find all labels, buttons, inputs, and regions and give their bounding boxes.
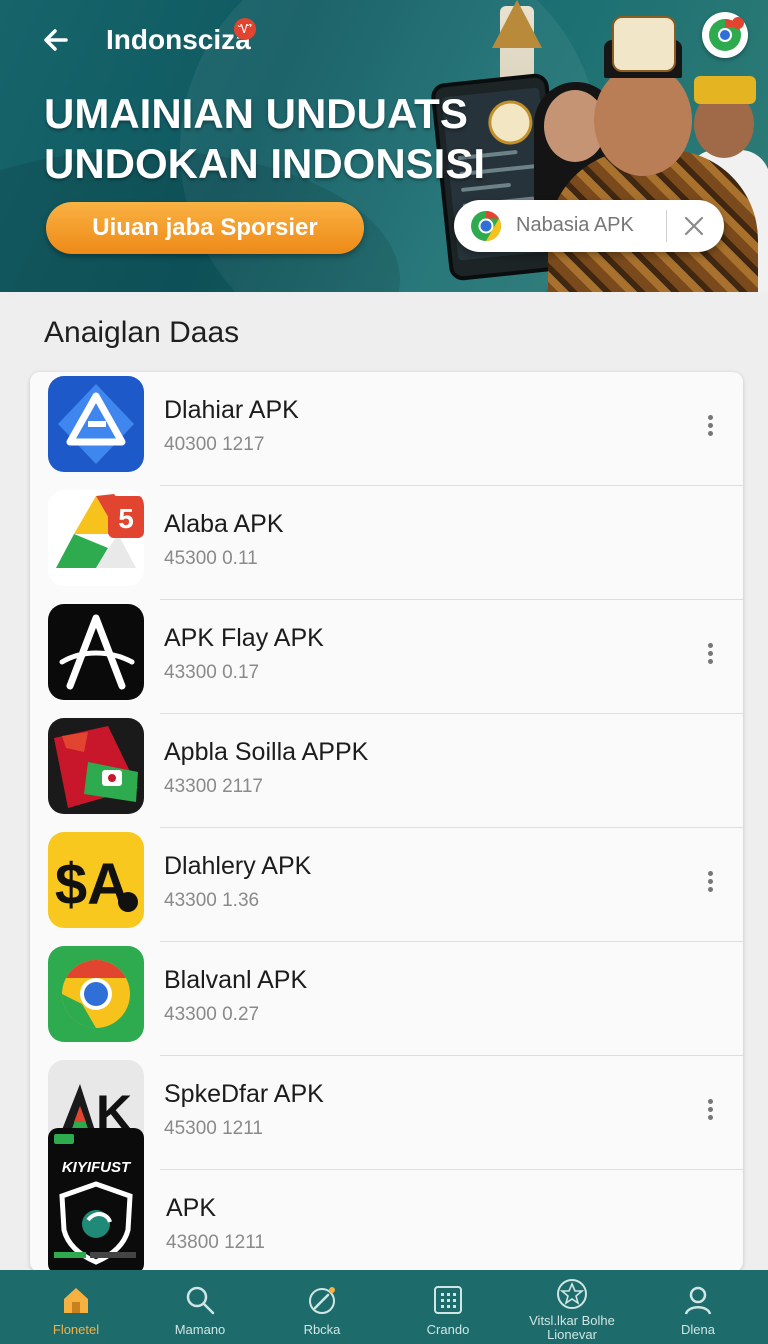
nav-item-home[interactable]: Flonetel bbox=[12, 1270, 140, 1344]
nav-item-search[interactable]: Mamano bbox=[136, 1270, 264, 1344]
app-meta: 45300 0.11 bbox=[164, 548, 258, 569]
chrome-icon[interactable] bbox=[702, 12, 748, 58]
hero-headline-line2: UNDOKAN INDONSISI bbox=[44, 140, 486, 187]
app-name: Dlahiar APK bbox=[164, 396, 299, 424]
bottom-navigation: Flonetel Mamano Rbcka Crando Vitsl.lkar … bbox=[0, 1270, 768, 1344]
nav-label: Vitsl.lkar Bolhe Lionevar bbox=[529, 1313, 615, 1342]
nav-label: Mamano bbox=[174, 1322, 226, 1337]
sponsor-cta-button[interactable]: Uiuan jaba Sporsier bbox=[46, 202, 364, 254]
app-meta: 45300 1211 bbox=[164, 1118, 263, 1139]
app-name: Dlahlery APK bbox=[164, 852, 312, 880]
icon-text: KIYIFUST bbox=[62, 1159, 132, 1176]
app-name: APK Flay APK bbox=[164, 624, 324, 652]
grid-icon bbox=[434, 1286, 462, 1314]
search-divider bbox=[666, 210, 667, 242]
nav-label: Dlena bbox=[681, 1322, 715, 1337]
search-bar[interactable]: Nabasia APK bbox=[454, 200, 724, 252]
app-list: Dlahiar APK 40300 1217 5 Alaba APK 45300… bbox=[30, 372, 743, 1272]
app-name: APK bbox=[166, 1194, 217, 1222]
blue-triangle-icon bbox=[48, 376, 144, 472]
person-illustration bbox=[694, 76, 756, 104]
red-green-fold-icon bbox=[48, 718, 144, 814]
icon-text: $A bbox=[55, 852, 129, 917]
star-icon bbox=[557, 1279, 587, 1309]
app-name: Blalvanl APK bbox=[164, 966, 308, 994]
more-options-icon[interactable] bbox=[702, 412, 718, 442]
list-item[interactable]: APK Flay APK 43300 0.17 bbox=[30, 600, 743, 714]
close-icon[interactable] bbox=[682, 214, 706, 238]
app-meta: 43300 0.17 bbox=[164, 662, 260, 683]
chrome-icon bbox=[471, 211, 502, 241]
drive-triangle-icon: 5 bbox=[48, 490, 144, 586]
nav-label: Rbcka bbox=[303, 1322, 341, 1337]
more-options-icon[interactable] bbox=[702, 640, 718, 670]
home-icon bbox=[64, 1288, 88, 1313]
list-item[interactable]: Blalvanl APK 43300 0.27 bbox=[30, 942, 743, 1056]
app-meta: 40300 1217 bbox=[164, 434, 265, 455]
nav-item-edit[interactable]: Rbcka bbox=[258, 1270, 386, 1344]
nav-label: Flonetel bbox=[52, 1322, 100, 1337]
hero-headline-line1: UMAINIAN UNDUATS bbox=[44, 90, 468, 137]
title-badge: Ꮙ bbox=[234, 18, 256, 40]
app-meta: 43800 1211 bbox=[166, 1232, 265, 1253]
app-meta: 43300 1.36 bbox=[164, 890, 260, 911]
back-arrow-icon[interactable] bbox=[38, 22, 74, 58]
app-meta: 43300 2117 bbox=[164, 776, 263, 797]
list-item[interactable]: KIYIFUST APK 43800 1211 bbox=[30, 1128, 743, 1272]
nav-item-profile[interactable]: Dlena bbox=[634, 1270, 762, 1344]
search-input[interactable]: Nabasia APK bbox=[516, 214, 634, 237]
app-title: Indonsciza bbox=[106, 24, 251, 55]
search-icon bbox=[186, 1286, 215, 1315]
nav-item-grid[interactable]: Crando bbox=[384, 1270, 512, 1344]
app-name: Apbla Soilla APPK bbox=[164, 738, 369, 766]
letter-a-icon bbox=[48, 604, 144, 700]
profile-icon bbox=[684, 1286, 712, 1315]
nav-item-star[interactable]: Vitsl.lkar Bolhe Lionevar bbox=[508, 1270, 636, 1344]
app-name: SpkeDfar APK bbox=[164, 1080, 324, 1108]
shield-icon: KIYIFUST bbox=[48, 1128, 144, 1272]
more-options-icon[interactable] bbox=[702, 1096, 718, 1126]
more-options-icon[interactable] bbox=[702, 868, 718, 898]
person-illustration bbox=[594, 64, 692, 176]
list-item[interactable]: $A Dlahlery APK 43300 1.36 bbox=[30, 828, 743, 942]
edit-icon bbox=[309, 1287, 335, 1314]
icon-badge-text: 5 bbox=[118, 503, 134, 534]
section-title: Anaiglan Daas bbox=[44, 316, 240, 349]
app-meta: 43300 0.27 bbox=[164, 1004, 260, 1025]
list-item[interactable]: Dlahiar APK 40300 1217 bbox=[30, 372, 743, 486]
chrome-icon bbox=[48, 946, 144, 1042]
list-item[interactable]: Apbla Soilla APPK 43300 2117 bbox=[30, 714, 743, 828]
app-name: Alaba APK bbox=[164, 510, 284, 538]
yellow-a-icon: $A bbox=[48, 832, 144, 928]
hero-banner: Indonsciza Ꮙ UMAINIAN UNDUATS UNDOKAN IN… bbox=[0, 0, 768, 292]
emblem-badge-icon bbox=[612, 16, 676, 72]
nav-label: Crando bbox=[426, 1322, 470, 1337]
list-item[interactable]: 5 Alaba APK 45300 0.11 bbox=[30, 486, 743, 600]
